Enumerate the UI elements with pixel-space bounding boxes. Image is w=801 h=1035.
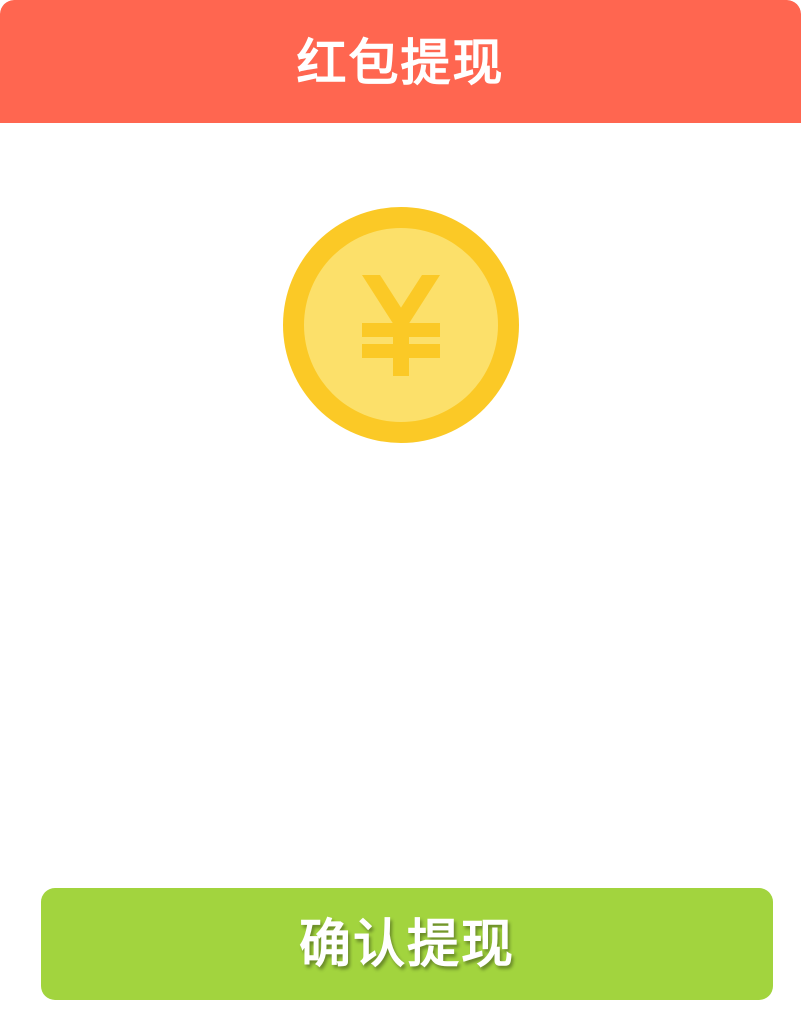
dialog-title: 红包提现	[296, 33, 505, 92]
confirm-withdraw-label: 确认提现	[298, 915, 515, 975]
dialog-header: 红包提现	[0, 0, 801, 123]
yuan-coin-icon	[283, 207, 519, 443]
confirm-withdraw-button[interactable]: 确认提现	[41, 888, 773, 1000]
withdraw-dialog: 红包提现 确认提现	[0, 0, 801, 1035]
